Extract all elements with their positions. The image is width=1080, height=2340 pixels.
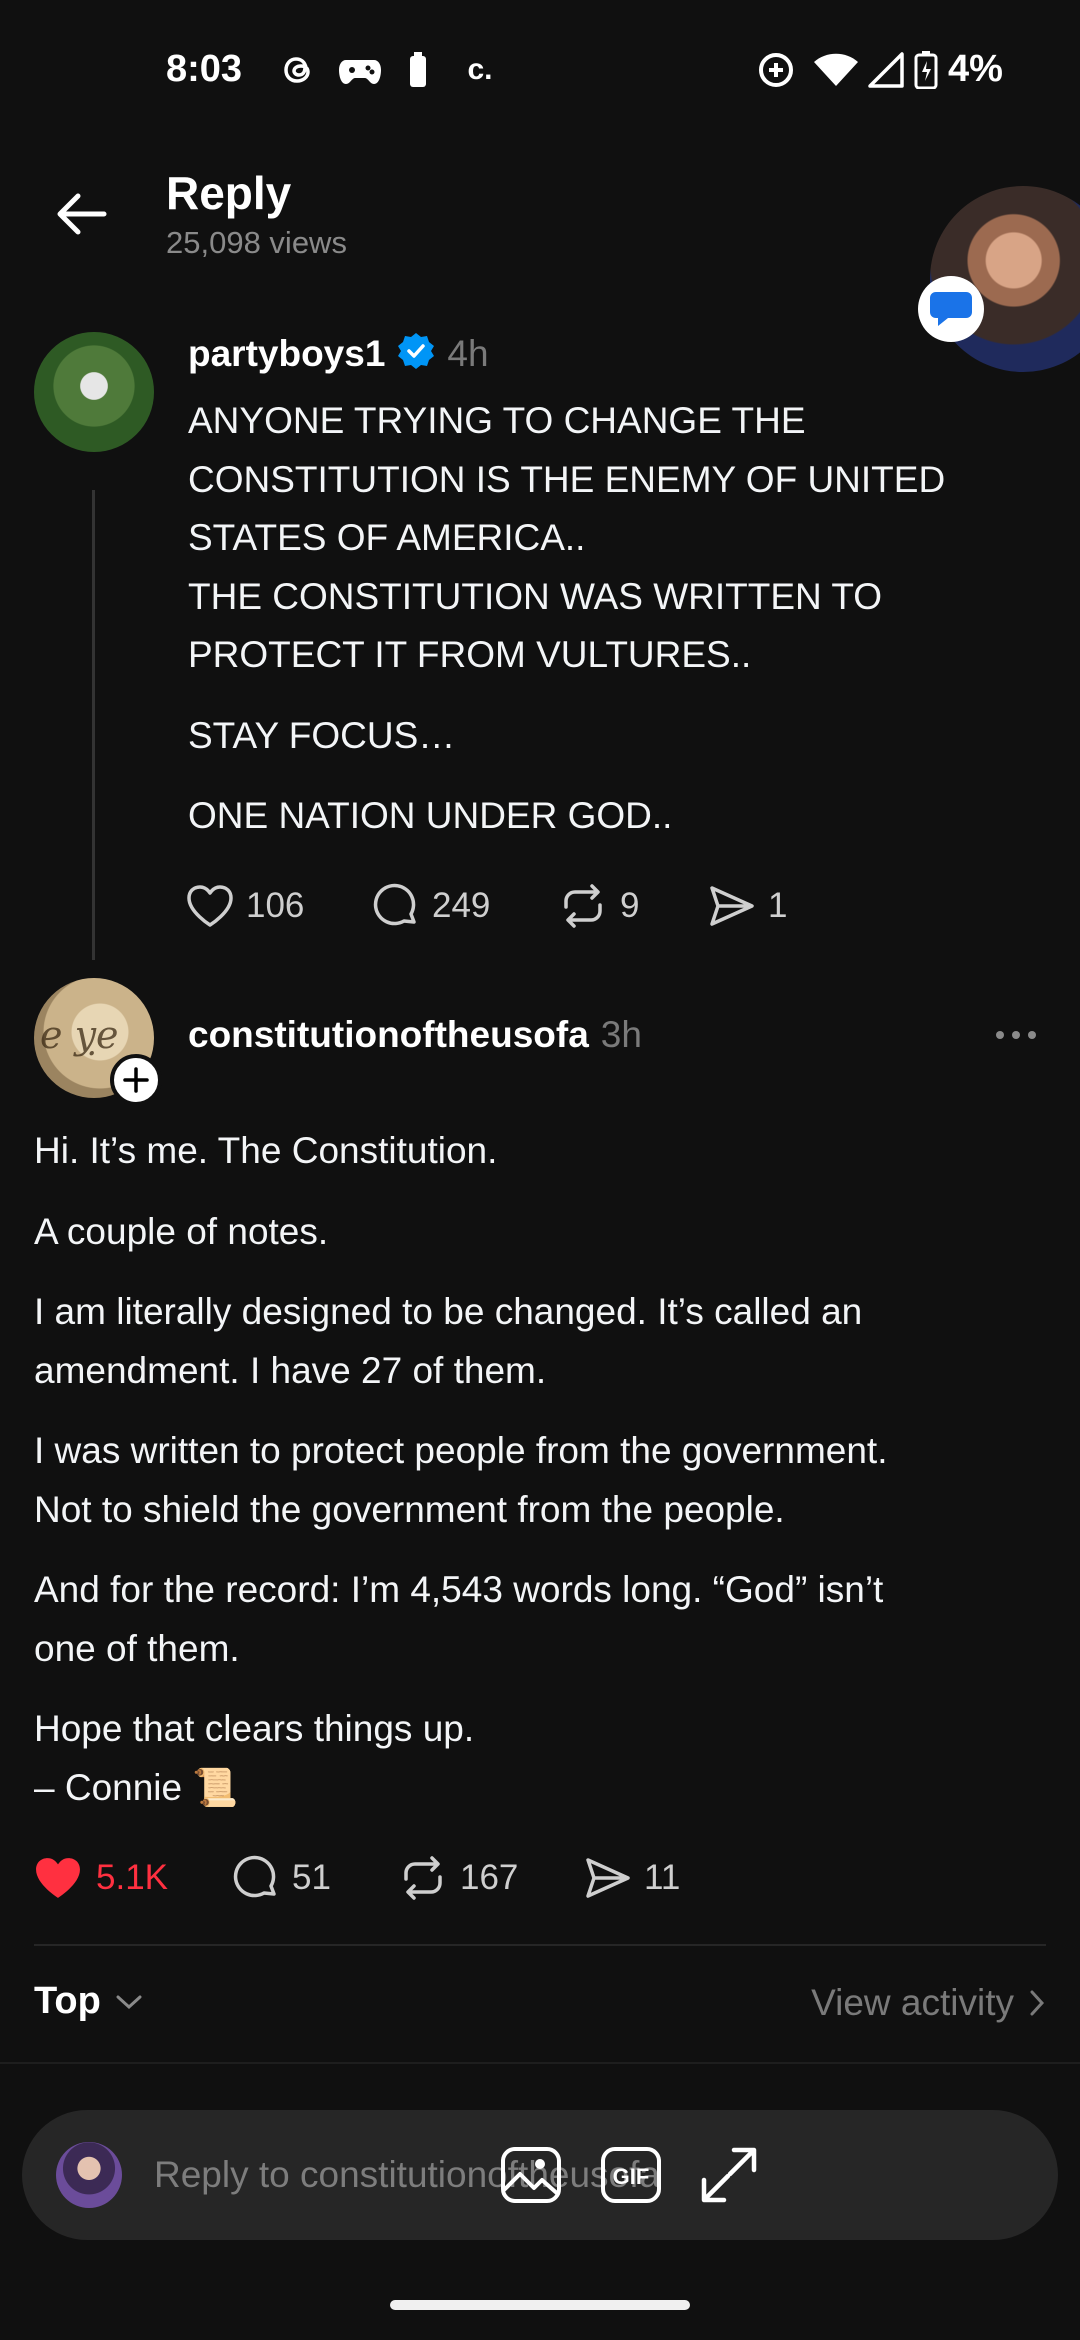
post1-line: THE CONSTITUTION WAS WRITTEN TO [188, 575, 883, 617]
post2-paragraph: Hope that clears things up. – Connie 📜 [34, 1700, 1044, 1817]
heart-filled-icon [36, 1858, 80, 1898]
post2-repost-button[interactable]: 167 [398, 1855, 584, 1901]
post1-paragraph-2: STAY FOCUS… [188, 714, 456, 756]
post2-like-count: 5.1K [96, 1858, 168, 1897]
post2-comment-button[interactable]: 51 [232, 1854, 398, 1902]
post1-paragraph-1: ANYONE TRYING TO CHANGE THE CONSTITUTION… [188, 392, 1028, 685]
post2-line: – Connie 📜 [34, 1766, 239, 1808]
expand-icon [701, 2147, 757, 2203]
gif-button[interactable]: GIF [596, 2140, 666, 2210]
post1-share-count: 1 [768, 886, 788, 925]
post2-line: Hope that clears things up. [34, 1708, 475, 1749]
post2-time: 3h [600, 1014, 642, 1055]
follow-plus-button[interactable] [110, 1054, 162, 1106]
post2-line: one of them. [34, 1627, 240, 1669]
post2-line: I was written to protect people from the… [34, 1430, 888, 1471]
avatar-partyboys1[interactable] [34, 332, 154, 452]
my-avatar [56, 2142, 122, 2208]
post2-header: constitutionoftheusofa 3h [188, 1014, 642, 1056]
comment-icon [373, 883, 416, 926]
more-dots-icon [996, 1031, 1036, 1039]
view-count: 25,098 views [166, 225, 347, 260]
post2-username[interactable]: constitutionoftheusofa [188, 1014, 589, 1056]
post1-repost-button[interactable]: 9 [558, 883, 708, 929]
post1-line: STATES OF AMERICA.. [188, 517, 586, 558]
battery-charging-icon [912, 50, 940, 90]
post2-text: Hi. It’s me. The Constitution. A couple … [34, 1122, 1044, 1839]
view-activity-link[interactable]: View activity [811, 1982, 1046, 2024]
post2-line: I am literally designed to be changed. I… [34, 1291, 863, 1332]
heart-icon [187, 885, 233, 927]
post2-line: And for the record: I’m 4,543 words long… [34, 1569, 884, 1610]
post1-comment-count: 249 [432, 886, 491, 925]
post2-share-button[interactable]: 11 [584, 1856, 680, 1900]
post1-actions: 106 249 9 1 [186, 882, 787, 930]
post2-paragraph: I was written to protect people from the… [34, 1422, 1044, 1539]
post1-header: partyboys1 4h [188, 332, 489, 375]
gamepad-icon [336, 50, 384, 90]
svg-text:e ỵe: e ỵe [40, 1013, 119, 1057]
post1-share-button[interactable]: 1 [708, 884, 787, 928]
divider [34, 1944, 1046, 1946]
expand-button[interactable] [694, 2140, 764, 2210]
thread-line [92, 490, 95, 960]
repost-icon [564, 884, 602, 928]
post1-repost-count: 9 [620, 886, 640, 925]
data-saver-icon [756, 50, 796, 90]
section-divider [0, 2062, 1080, 2064]
back-button[interactable] [50, 182, 114, 246]
send-icon [586, 1858, 630, 1898]
post2-paragraph: And for the record: I’m 4,543 words long… [34, 1561, 1044, 1678]
threads-icon [278, 50, 318, 90]
sort-label: Top [34, 1980, 101, 2022]
send-icon [710, 886, 754, 926]
chevron-down-icon [116, 1995, 142, 2009]
svg-text:GIF: GIF [613, 2164, 650, 2189]
chat-badge-icon [918, 276, 984, 342]
battery-small-icon [406, 50, 430, 90]
post2-share-count: 11 [644, 1858, 681, 1897]
post1-like-count: 106 [246, 886, 305, 925]
plus-icon [123, 1067, 149, 1093]
post2-paragraph: Hi. It’s me. The Constitution. [34, 1130, 498, 1171]
gif-icon: GIF [601, 2147, 661, 2203]
attach-image-button[interactable] [496, 2140, 566, 2210]
post1-text: ANYONE TRYING TO CHANGE THE CONSTITUTION… [188, 392, 1028, 868]
battery-percent: 4% [948, 48, 1003, 90]
post1-line: CONSTITUTION IS THE ENEMY OF UNITED [188, 458, 946, 500]
post1-username[interactable]: partyboys1 [188, 333, 385, 375]
post1-like-button[interactable]: 106 [186, 884, 372, 928]
post1-line: ANYONE TRYING TO CHANGE THE [188, 400, 806, 441]
post2-paragraph: I am literally designed to be changed. I… [34, 1283, 1044, 1400]
signal-icon [866, 50, 906, 90]
post2-paragraph: A couple of notes. [34, 1210, 329, 1252]
sort-dropdown[interactable]: Top [34, 1980, 143, 2023]
home-indicator[interactable] [390, 2300, 690, 2310]
reply-composer: GIF [22, 2110, 1058, 2240]
post1-paragraph-3: ONE NATION UNDER GOD.. [188, 795, 673, 836]
post1-time: 4h [447, 332, 489, 374]
image-icon [501, 2147, 561, 2203]
chevron-right-icon [1030, 1990, 1045, 2016]
post2-repost-count: 167 [460, 1858, 519, 1897]
post2-like-button[interactable]: 5.1K [32, 1855, 232, 1901]
status-bar: 8:03 c. 4% [0, 0, 1080, 140]
view-activity-label: View activity [811, 1982, 1014, 2023]
post1-line: PROTECT IT FROM VULTURES.. [188, 634, 752, 675]
repost-icon [404, 1856, 442, 1900]
post1-comment-button[interactable]: 249 [372, 882, 558, 930]
more-options-button[interactable] [992, 1020, 1040, 1050]
post2-line: Not to shield the government from the pe… [34, 1488, 785, 1530]
post2-line: amendment. I have 27 of them. [34, 1349, 547, 1391]
wifi-icon [812, 50, 860, 90]
post2-actions: 5.1K 51 167 11 [32, 1854, 680, 1902]
verified-badge-icon [397, 332, 435, 375]
carrier-glyph: c. [467, 53, 493, 86]
reply-input[interactable] [154, 2148, 764, 2202]
status-time: 8:03 [166, 48, 243, 90]
comment-icon [233, 1855, 276, 1898]
post2-comment-count: 51 [292, 1858, 331, 1897]
back-arrow-icon [57, 193, 107, 235]
page-title: Reply [166, 167, 292, 219]
